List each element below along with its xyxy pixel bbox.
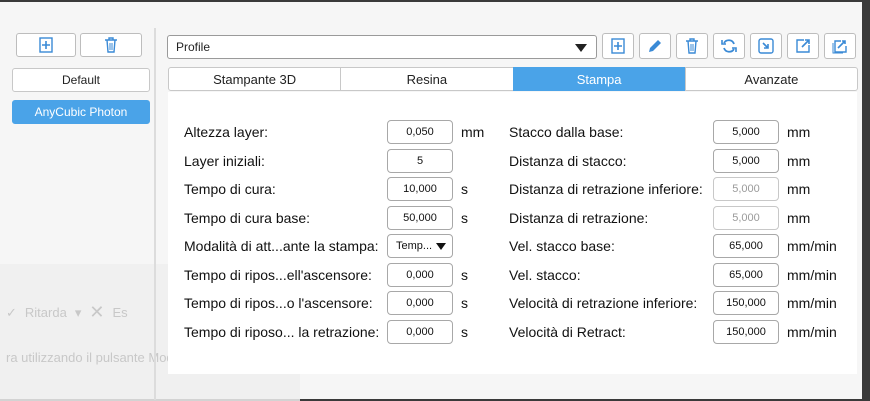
trash-icon: [686, 38, 698, 54]
rest-after-retract-unit: s: [461, 324, 468, 340]
rest-after-lift-label: Tempo di ripos...o l'ascensore:: [184, 295, 373, 311]
import-icon: [758, 38, 774, 54]
tab-stampa[interactable]: Stampa: [512, 67, 686, 91]
rest-before-lift-unit: s: [461, 267, 468, 283]
settings-tabs: Stampante 3D Resina Stampa Avanzate: [168, 67, 858, 91]
bottom-retract-speed-input[interactable]: 150,000: [713, 291, 779, 315]
bottom-retract-speed-label: Velocità di retrazione inferiore:: [509, 295, 698, 311]
rest-before-lift-label: Tempo di ripos...ell'ascensore:: [184, 267, 372, 283]
window-edge: [862, 0, 870, 399]
wait-mode-value: Temp...: [396, 240, 433, 252]
bottom-retract-distance-label: Distanza di retrazione inferiore:: [509, 181, 703, 197]
tab-resina[interactable]: Resina: [340, 67, 514, 91]
retract-distance-label: Distanza di retrazione:: [509, 210, 649, 226]
cure-time-label: Tempo di cura:: [184, 181, 276, 197]
plus-document-icon: [39, 37, 53, 53]
retract-speed-input[interactable]: 150,000: [713, 320, 779, 344]
preset-anycubic-photon[interactable]: AnyCubic Photon: [12, 100, 150, 124]
initial-layers-label: Layer iniziali:: [184, 153, 265, 169]
lift-distance-unit: mm: [787, 153, 811, 169]
tab-avanzate[interactable]: Avanzate: [684, 67, 858, 91]
retract-distance-input[interactable]: 5,000: [713, 206, 779, 230]
profile-dropdown[interactable]: Profile: [167, 35, 597, 59]
preset-default[interactable]: Default: [12, 68, 150, 92]
profile-dropdown-value: Profile: [176, 40, 211, 54]
bottom-lift-distance-unit: mm: [787, 124, 811, 140]
chevron-down-icon: [436, 243, 446, 250]
tab-stampante-3d[interactable]: Stampante 3D: [168, 67, 342, 91]
print-settings-panel: Altezza layer: 0,050 mm Layer iniziali: …: [168, 92, 857, 374]
initial-layers-input[interactable]: 5: [387, 149, 453, 173]
edit-profile-button[interactable]: [639, 33, 671, 59]
base-cure-time-unit: s: [461, 210, 468, 226]
refresh-profile-button[interactable]: [713, 33, 745, 59]
wait-mode-label: Modalità di att...ante la stampa:: [184, 238, 379, 254]
base-cure-time-input[interactable]: 50,000: [387, 206, 453, 230]
layer-height-label: Altezza layer:: [184, 124, 269, 140]
export-all-icon: [832, 40, 847, 54]
rest-before-lift-input[interactable]: 0,000: [387, 263, 453, 287]
rest-after-lift-input[interactable]: 0,000: [387, 291, 453, 315]
lift-speed-input[interactable]: 65,000: [713, 263, 779, 287]
rest-after-lift-unit: s: [461, 295, 468, 311]
bottom-retract-distance-unit: mm: [787, 181, 811, 197]
plus-document-icon: [611, 38, 625, 54]
base-cure-time-label: Tempo di cura base:: [184, 210, 311, 226]
bottom-lift-distance-input[interactable]: 5,000: [713, 120, 779, 144]
export-profile-button[interactable]: [787, 33, 819, 59]
delete-profile-button[interactable]: [676, 33, 708, 59]
add-preset-button[interactable]: [16, 33, 76, 57]
lift-speed-unit: mm/min: [787, 267, 837, 283]
bottom-retract-speed-unit: mm/min: [787, 295, 837, 311]
chevron-down-icon: [575, 44, 587, 52]
lift-distance-input[interactable]: 5,000: [713, 149, 779, 173]
rest-after-retract-label: Tempo di riposo... la retrazione:: [184, 324, 380, 340]
import-profile-button[interactable]: [750, 33, 782, 59]
new-profile-button[interactable]: [602, 33, 634, 59]
lift-speed-label: Vel. stacco:: [509, 267, 581, 283]
bottom-retract-distance-input[interactable]: 5,000: [713, 177, 779, 201]
retract-distance-unit: mm: [787, 210, 811, 226]
cure-time-input[interactable]: 10,000: [387, 177, 453, 201]
app-window: ✓ Ritarda ▾ ✕ Es ra utilizzando il pulsa…: [0, 2, 862, 401]
retract-speed-unit: mm/min: [787, 324, 837, 340]
export-icon: [796, 39, 810, 53]
preset-panel: Default AnyCubic Photon: [6, 30, 152, 399]
bottom-lift-speed-unit: mm/min: [787, 238, 837, 254]
cure-time-unit: s: [461, 181, 468, 197]
layer-height-unit: mm: [461, 124, 485, 140]
refresh-icon: [721, 39, 737, 53]
wait-mode-select[interactable]: Temp...: [387, 234, 453, 258]
delete-preset-button[interactable]: [80, 33, 142, 57]
retract-speed-label: Velocità di Retract:: [509, 324, 626, 340]
pencil-icon: [649, 40, 661, 52]
trash-icon: [105, 37, 117, 53]
panel-divider: [154, 28, 156, 400]
bottom-lift-distance-label: Stacco dalla base:: [509, 124, 624, 140]
lift-distance-label: Distanza di stacco:: [509, 153, 627, 169]
export-all-profiles-button[interactable]: [824, 33, 856, 59]
bottom-lift-speed-label: Vel. stacco base:: [509, 238, 615, 254]
rest-after-retract-input[interactable]: 0,000: [387, 320, 453, 344]
bottom-lift-speed-input[interactable]: 65,000: [713, 234, 779, 258]
layer-height-input[interactable]: 0,050: [387, 120, 453, 144]
